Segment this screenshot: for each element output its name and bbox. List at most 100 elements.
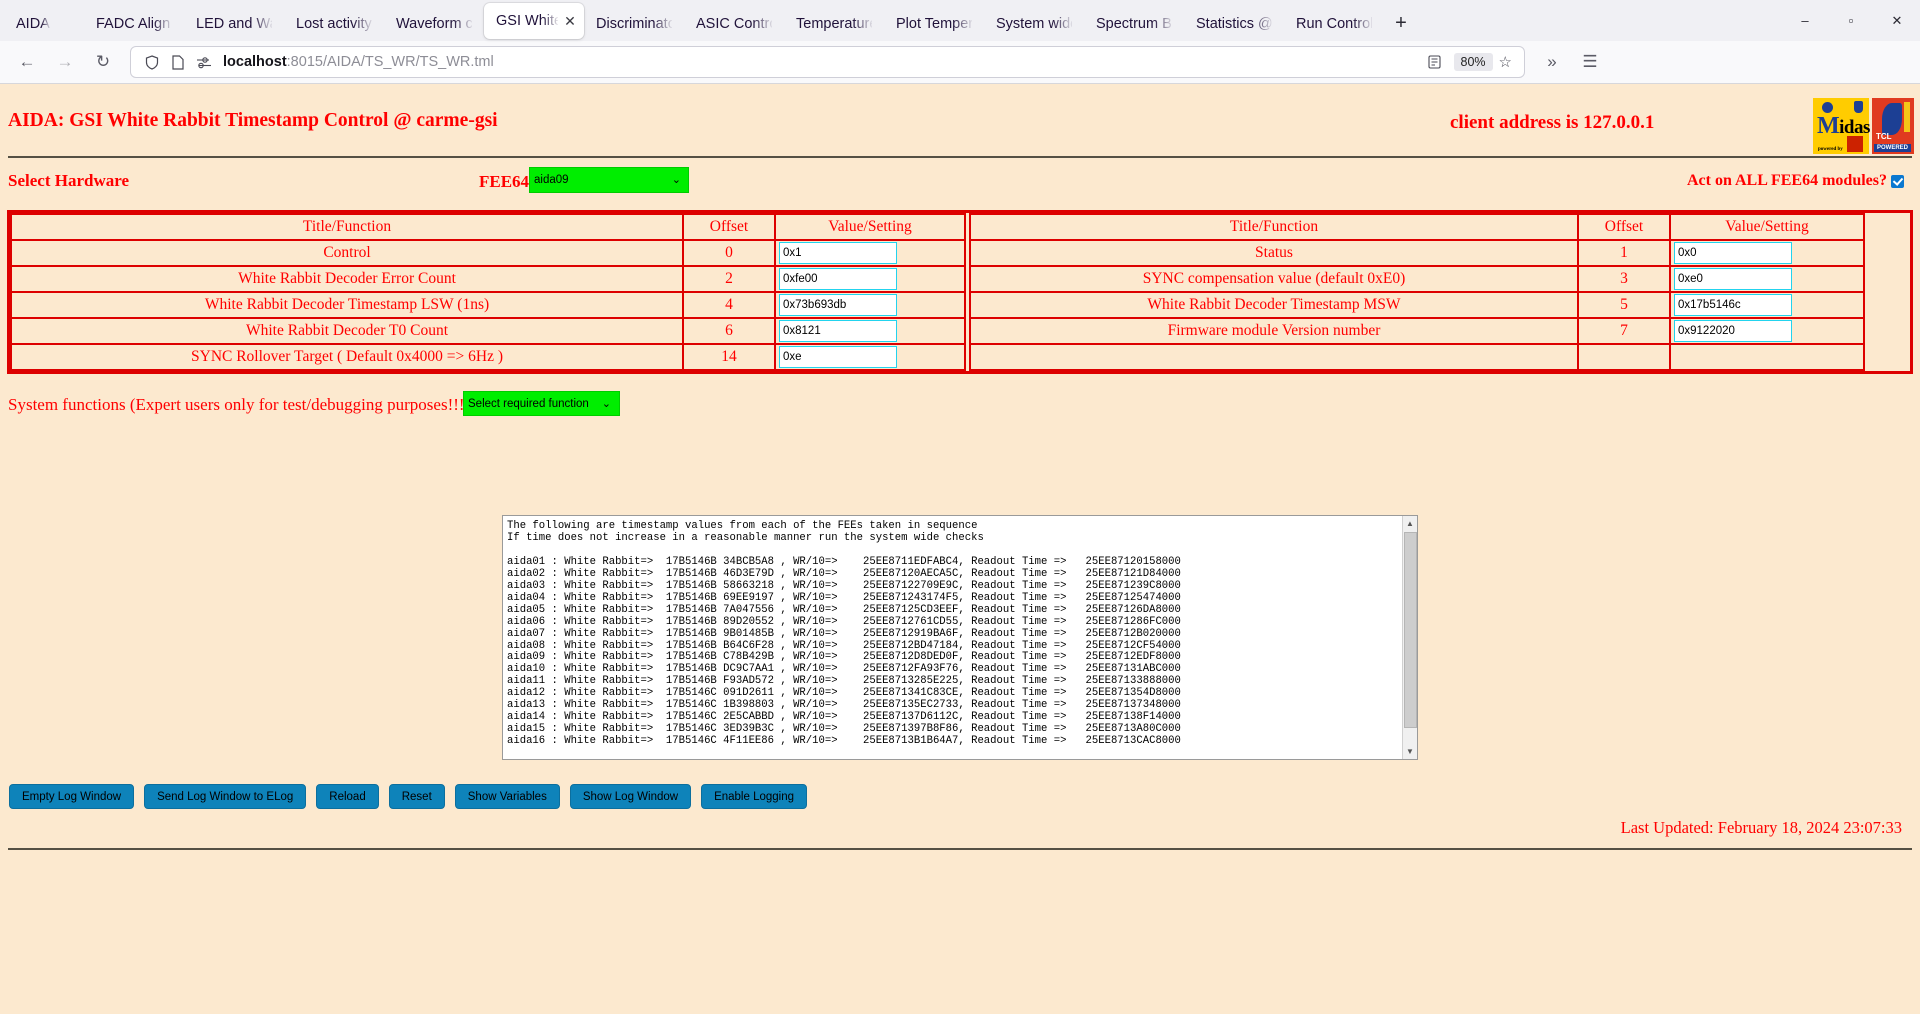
browser-tab-system-wide-checks[interactable]: System wide Ch [984,7,1084,41]
act-on-all-checkbox[interactable] [1891,174,1904,188]
back-icon[interactable]: ← [10,46,44,78]
forward-icon[interactable]: → [48,46,82,78]
table-row: Status 1 0x0 [966,239,1865,267]
scroll-down-icon[interactable]: ▼ [1403,744,1417,759]
select-hardware-label: Select Hardware [8,171,130,190]
browser-tab-lost-activity[interactable]: Lost activity mo [284,7,384,41]
act-on-all-modules[interactable]: Act on ALL FEE64 modules? [1687,172,1904,190]
reader-mode-icon[interactable] [1422,52,1448,72]
window-close-button[interactable]: ✕ [1874,0,1920,41]
shield-icon[interactable] [139,52,165,72]
table-row: White Rabbit Decoder Timestamp LSW (1ns)… [10,291,966,319]
last-updated-text: Last Updated: February 18, 2024 23:07:33 [1620,818,1902,837]
zoom-level-indicator[interactable]: 80% [1453,53,1493,71]
browser-tab-led-waveform[interactable]: LED and Wavef [184,7,284,41]
browser-tab-discriminator[interactable]: Discriminator co [584,7,684,41]
tab-strip: AIDA FADC Align & C LED and Wavef Lost a… [0,0,1920,41]
log-scrollbar[interactable]: ▲ ▼ [1402,516,1417,759]
register-offset: 1 [1577,239,1671,267]
register-value-cell: 0xe [774,343,966,371]
show-variables-button[interactable]: Show Variables [454,784,560,809]
browser-tab-aida[interactable]: AIDA [4,7,84,41]
register-value-input[interactable]: 0x73b693db [779,294,897,316]
register-offset: 3 [1577,265,1671,293]
tab-label: System wide Ch [996,16,1072,32]
tab-label: Discriminator co [596,16,672,32]
logo-group: Midas powered by TCL POWERED [1813,98,1914,156]
window-minimize-button[interactable]: – [1782,0,1828,41]
enable-logging-button[interactable]: Enable Logging [701,784,808,809]
register-title: White Rabbit Decoder Timestamp MSW [969,291,1579,319]
tab-label: LED and Wavef [196,16,272,32]
browser-tab-spectrum-browser[interactable]: Spectrum Brow [1084,7,1184,41]
tab-label: FADC Align & C [96,16,172,32]
tab-label: Statistics @ car [1196,16,1272,32]
send-log-to-elog-button[interactable]: Send Log Window to ELog [144,784,307,809]
register-value-input[interactable]: 0x17b5146c [1674,294,1792,316]
midas-powered-text: powered by [1818,147,1843,152]
table-row: White Rabbit Decoder Timestamp MSW 5 0x1… [966,291,1865,319]
tab-label: Plot Temperatu [896,16,972,32]
reload-button[interactable]: Reload [316,784,379,809]
register-value-input[interactable]: 0x9122020 [1674,320,1792,342]
log-text-content[interactable]: The following are timestamp values from … [503,516,1402,759]
register-value-input[interactable]: 0xe [779,346,897,368]
url-text[interactable]: localhost:8015/AIDA/TS_WR/TS_WR.tml [217,54,1422,70]
browser-tab-run-control[interactable]: Run Control @ c [1284,7,1384,41]
page-title: AIDA: GSI White Rabbit Timestamp Control… [8,110,498,131]
window-maximize-button[interactable]: ▫ [1828,0,1874,41]
show-log-window-button[interactable]: Show Log Window [569,784,692,809]
system-functions-row: System functions (Expert users only for … [0,385,1920,429]
tcl-stripe-icon [1904,102,1910,132]
register-value-cell [1669,343,1865,371]
bookmark-star-icon[interactable]: ☆ [1499,53,1516,71]
browser-tab-fadc-align[interactable]: FADC Align & C [84,7,184,41]
client-address-text: client address is 127.0.0.1 [1450,112,1655,133]
browser-tab-waveform-capture[interactable]: Waveform capt [384,7,484,41]
fee64-select[interactable]: aida09 ⌄ [529,167,689,193]
browser-tab-plot-temperature[interactable]: Plot Temperatu [884,7,984,41]
page-icon [165,52,191,72]
register-title: Status [969,239,1579,267]
navigation-toolbar: ← → ↻ localhost:8015/AIDA/TS_WR/TS_WR.tm… [0,41,1920,84]
address-bar[interactable]: localhost:8015/AIDA/TS_WR/TS_WR.tml 80% … [130,46,1525,78]
new-tab-button[interactable]: + [1384,7,1418,39]
reload-icon[interactable]: ↻ [86,46,120,78]
scrollbar-thumb[interactable] [1404,532,1417,728]
permissions-icon[interactable] [191,52,217,72]
table-row: Firmware module Version number 7 0x91220… [966,317,1865,345]
register-title: SYNC compensation value (default 0xE0) [969,265,1579,293]
register-value-input[interactable]: 0x0 [1674,242,1792,264]
table-row-empty [966,343,1865,371]
register-title [969,343,1579,371]
url-path: :8015/AIDA/TS_WR/TS_WR.tml [286,54,494,70]
browser-tab-temperature[interactable]: Temperature an [784,7,884,41]
fee64-label: FEE64 [479,172,530,191]
table-row: White Rabbit Decoder T0 Count 6 0x8121 [10,317,966,345]
system-function-select[interactable]: Select required function ⌄ [463,391,620,416]
app-menu-icon[interactable]: ☰ [1573,46,1607,78]
log-window[interactable]: The following are timestamp values from … [502,515,1418,760]
scroll-up-icon[interactable]: ▲ [1403,516,1417,531]
overflow-menu-icon[interactable]: » [1535,46,1569,78]
reset-button[interactable]: Reset [388,784,445,809]
browser-tab-gsi-white-rabbit[interactable]: GSI White Rab ✕ [484,3,584,39]
tab-label: ASIC Control @ [696,16,772,32]
table-header-row: Title/Function Offset Value/Setting [966,213,1865,241]
browser-tab-statistics[interactable]: Statistics @ car [1184,7,1284,41]
register-title: White Rabbit Decoder Timestamp LSW (1ns) [10,291,684,319]
browser-tab-asic-control[interactable]: ASIC Control @ [684,7,784,41]
empty-log-window-button[interactable]: Empty Log Window [9,784,135,809]
register-value-cell: 0xe0 [1669,265,1865,293]
chevron-down-icon: ⌄ [671,174,681,186]
tab-label: Lost activity mo [296,16,372,32]
register-value-input[interactable]: 0x1 [779,242,897,264]
register-value-input[interactable]: 0xfe00 [779,268,897,290]
register-value-input[interactable]: 0xe0 [1674,268,1792,290]
page-content: AIDA: GSI White Rabbit Timestamp Control… [0,84,1920,1014]
tcl-swoosh-icon [1882,103,1902,135]
register-offset [1577,343,1671,371]
action-button-row: Empty Log Window Send Log Window to ELog… [9,784,808,809]
register-value-input[interactable]: 0x8121 [779,320,897,342]
close-icon[interactable]: ✕ [562,13,578,29]
